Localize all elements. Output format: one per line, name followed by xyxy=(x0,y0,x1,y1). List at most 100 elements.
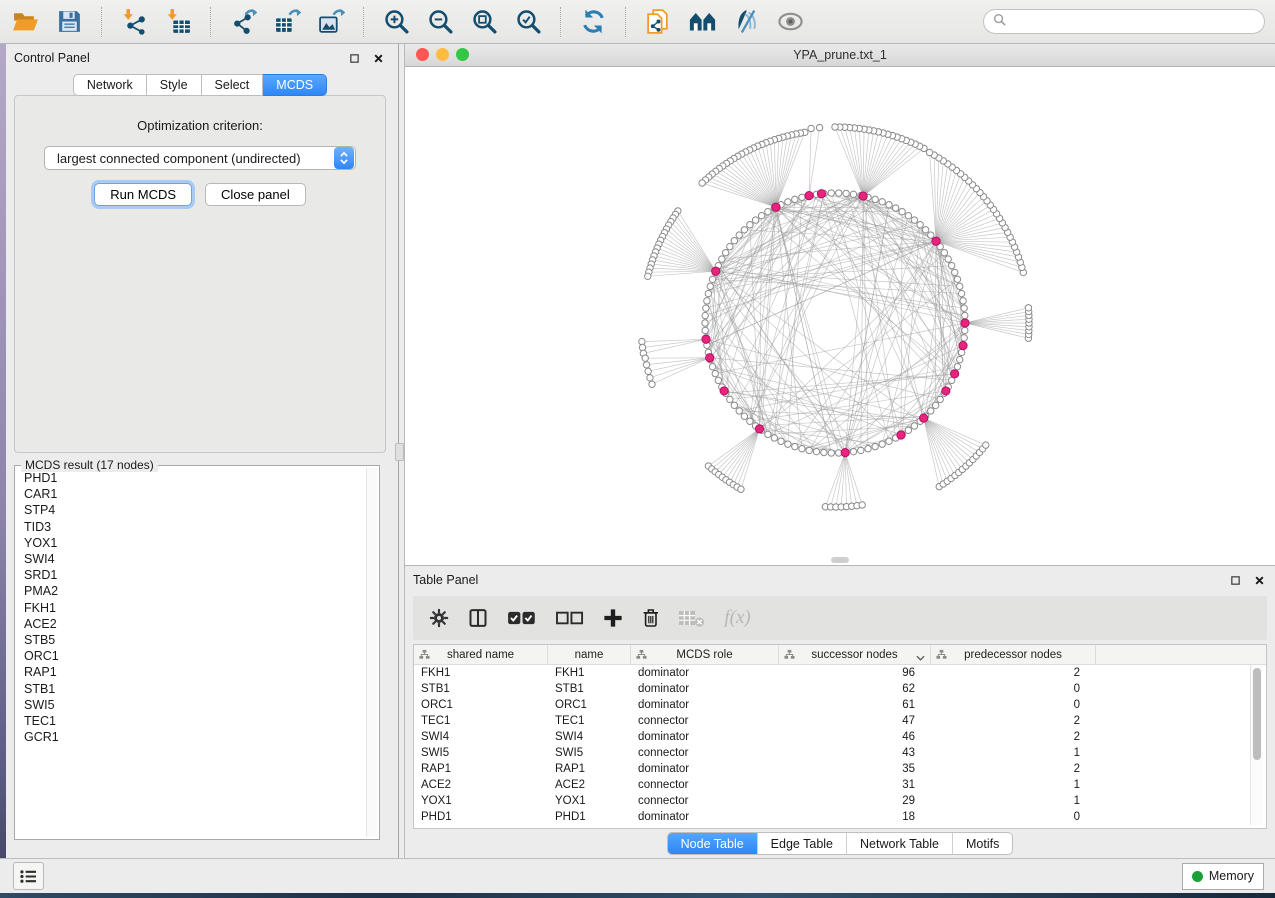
cell-shared-name: TEC1 xyxy=(414,715,548,727)
result-item[interactable]: YOX1 xyxy=(17,535,366,551)
search-input[interactable] xyxy=(1011,14,1255,30)
result-item[interactable]: SWI4 xyxy=(17,551,366,567)
table-row[interactable]: ORC1ORC1dominator610 xyxy=(414,697,1266,713)
table-row[interactable]: YOX1YOX1connector291 xyxy=(414,793,1266,809)
column-header-successor-nodes[interactable]: successor nodes xyxy=(779,645,931,664)
column-header-name[interactable]: name xyxy=(548,645,631,664)
show-hide-icon[interactable] xyxy=(775,7,805,37)
panel-splitter[interactable] xyxy=(394,44,404,858)
save-session-icon[interactable] xyxy=(54,7,84,37)
cell-successor-nodes: 62 xyxy=(779,683,931,695)
cell-predecessor-nodes: 0 xyxy=(931,699,1096,711)
cell-MCDS-role: dominator xyxy=(631,699,779,711)
split-panel-icon[interactable] xyxy=(468,608,488,628)
table-scrollbar[interactable] xyxy=(1250,665,1263,825)
table-scroll-thumb[interactable] xyxy=(1253,668,1261,760)
table-row[interactable]: FKH1FKH1dominator962 xyxy=(414,665,1266,681)
tab-network-table[interactable]: Network Table xyxy=(846,833,952,854)
zoom-in-icon[interactable] xyxy=(381,7,411,37)
result-item[interactable]: TID3 xyxy=(17,519,366,535)
window-zoom-button[interactable] xyxy=(456,48,469,61)
window-close-button[interactable] xyxy=(416,48,429,61)
list-view-button[interactable] xyxy=(13,862,44,890)
tab-edge-table[interactable]: Edge Table xyxy=(757,833,846,854)
tab-select[interactable]: Select xyxy=(202,74,264,96)
tab-network[interactable]: Network xyxy=(73,74,147,96)
export-image-icon[interactable] xyxy=(316,7,346,37)
column-header-MCDS-role[interactable]: MCDS role xyxy=(631,645,779,664)
result-item[interactable]: ACE2 xyxy=(17,616,366,632)
splitter-grip[interactable] xyxy=(395,443,404,461)
result-item[interactable]: PHD1 xyxy=(17,470,366,486)
table-row[interactable]: SWI5SWI5connector431 xyxy=(414,745,1266,761)
toolbar-separator xyxy=(210,7,211,37)
result-item[interactable]: STP4 xyxy=(17,502,366,518)
cell-successor-nodes: 18 xyxy=(779,811,931,823)
cell-MCDS-role: connector xyxy=(631,715,779,727)
network-view-window: YPA_prune.txt_1 xyxy=(404,44,1275,565)
toolbar-separator xyxy=(363,7,364,37)
column-header-shared-name[interactable]: shared name xyxy=(414,645,548,664)
zoom-fit-icon[interactable] xyxy=(469,7,499,37)
canvas-hscroll-thumb[interactable] xyxy=(831,557,849,563)
binoculars-icon[interactable] xyxy=(687,7,717,37)
import-network-icon[interactable] xyxy=(119,7,149,37)
tab-mcds[interactable]: MCDS xyxy=(263,74,327,96)
result-item[interactable]: STB1 xyxy=(17,681,366,697)
result-scrollbar[interactable] xyxy=(366,468,377,837)
table-row[interactable]: STB1STB1dominator620 xyxy=(414,681,1266,697)
table-row[interactable]: PHD1PHD1dominator180 xyxy=(414,809,1266,825)
mcds-panel: Optimization criterion: largest connecte… xyxy=(14,95,386,453)
run-mcds-button[interactable]: Run MCDS xyxy=(94,183,192,206)
result-item[interactable]: TEC1 xyxy=(17,713,366,729)
table-row[interactable]: SWI4SWI4dominator462 xyxy=(414,729,1266,745)
result-item[interactable]: GCR1 xyxy=(17,729,366,745)
select-all-icon[interactable] xyxy=(507,608,536,628)
tab-motifs[interactable]: Motifs xyxy=(952,833,1012,854)
result-item[interactable]: SWI5 xyxy=(17,697,366,713)
gear-icon[interactable] xyxy=(429,608,449,628)
table-tabs: Node TableEdge TableNetwork TableMotifs xyxy=(667,832,1014,855)
table-row[interactable]: RAP1RAP1dominator352 xyxy=(414,761,1266,777)
network-canvas[interactable] xyxy=(405,67,1275,565)
close-table-panel-icon[interactable] xyxy=(1251,572,1267,588)
import-table-icon[interactable] xyxy=(163,7,193,37)
open-session-icon[interactable] xyxy=(10,7,40,37)
column-label: predecessor nodes xyxy=(964,649,1062,661)
criterion-dropdown[interactable]: largest connected component (undirected) xyxy=(44,146,356,170)
close-panel-icon[interactable] xyxy=(370,50,386,66)
tab-node-table[interactable]: Node Table xyxy=(668,833,757,854)
memory-button[interactable]: Memory xyxy=(1182,863,1264,890)
delete-column-icon[interactable] xyxy=(642,608,660,628)
float-table-panel-icon[interactable] xyxy=(1227,572,1243,588)
share-document-icon[interactable] xyxy=(643,7,673,37)
network-window-title: YPA_prune.txt_1 xyxy=(793,48,887,62)
column-header-predecessor-nodes[interactable]: predecessor nodes xyxy=(931,645,1096,664)
mcds-result-list: PHD1CAR1STP4TID3YOX1SWI4SRD1PMA2FKH1ACE2… xyxy=(17,470,366,837)
search-box[interactable] xyxy=(983,9,1265,34)
tab-style[interactable]: Style xyxy=(147,74,202,96)
window-minimize-button[interactable] xyxy=(436,48,449,61)
result-item[interactable]: FKH1 xyxy=(17,600,366,616)
close-panel-button[interactable]: Close panel xyxy=(205,183,306,206)
result-item[interactable]: RAP1 xyxy=(17,664,366,680)
table-row[interactable]: ACE2ACE2connector311 xyxy=(414,777,1266,793)
result-item[interactable]: STB5 xyxy=(17,632,366,648)
function-builder-icon: f(x) xyxy=(724,607,750,629)
add-column-icon[interactable] xyxy=(603,608,623,628)
zoom-selected-icon[interactable] xyxy=(513,7,543,37)
result-item[interactable]: ORC1 xyxy=(17,648,366,664)
float-panel-icon[interactable] xyxy=(346,50,362,66)
toggle-details-icon[interactable] xyxy=(731,7,761,37)
deselect-all-icon[interactable] xyxy=(555,608,584,628)
zoom-out-icon[interactable] xyxy=(425,7,455,37)
network-graph[interactable] xyxy=(405,67,1275,565)
table-row[interactable]: TEC1TEC1connector472 xyxy=(414,713,1266,729)
export-table-icon[interactable] xyxy=(272,7,302,37)
cell-shared-name: ORC1 xyxy=(414,699,548,711)
export-network-icon[interactable] xyxy=(228,7,258,37)
result-item[interactable]: CAR1 xyxy=(17,486,366,502)
apply-layout-icon[interactable] xyxy=(578,7,608,37)
result-item[interactable]: PMA2 xyxy=(17,583,366,599)
result-item[interactable]: SRD1 xyxy=(17,567,366,583)
